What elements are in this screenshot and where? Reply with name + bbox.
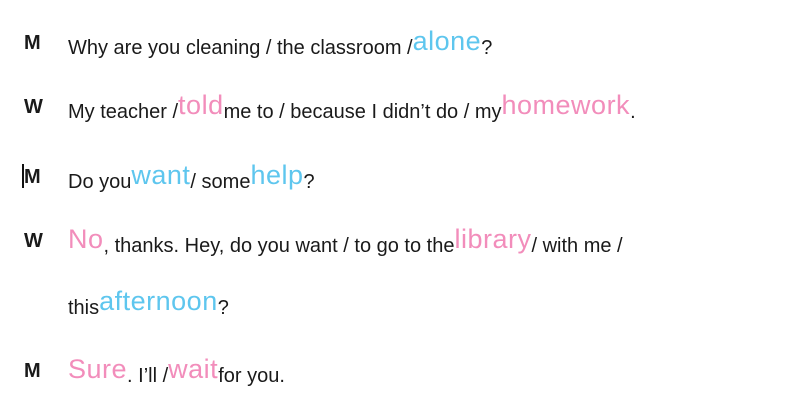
speaker-label: M xyxy=(24,32,41,54)
speaker-label: W xyxy=(24,96,43,118)
text-segment: / with me / xyxy=(531,235,623,257)
speaker-label: M xyxy=(24,360,41,382)
text-segment: . I’ll / xyxy=(127,365,169,387)
line-text: Sure. I’ll / wait for you. xyxy=(68,354,285,389)
text-segment: Do you xyxy=(68,171,132,193)
line-text: No, thanks. Hey, do you want / to go to … xyxy=(68,224,623,259)
stressed-word: wait xyxy=(168,354,219,384)
stressed-word: help xyxy=(250,160,304,190)
text-segment: . xyxy=(630,101,636,123)
dialogue-line: M Why are you cleaning / the classroom /… xyxy=(0,18,800,62)
dialogue-line: W No, thanks. Hey, do you want / to go t… xyxy=(0,216,800,260)
text-segment: ? xyxy=(303,171,315,193)
stressed-word: homework xyxy=(501,90,631,120)
dialogue-line: M Do you want / some help? xyxy=(0,152,800,196)
stressed-word: told xyxy=(178,90,224,120)
dialogue-line: W My teacher / told me to / because I di… xyxy=(0,82,800,126)
stressed-word: want xyxy=(131,160,191,190)
line-text: Why are you cleaning / the classroom / a… xyxy=(68,26,493,61)
text-segment: for you. xyxy=(218,365,285,387)
line-text: Do you want / some help? xyxy=(68,160,315,195)
text-segment: ? xyxy=(481,37,493,59)
stressed-word: Sure xyxy=(68,354,128,384)
text-segment: , thanks. Hey, do you want / to go to th… xyxy=(103,235,455,257)
stressed-word: No xyxy=(68,224,104,254)
text-segment: this xyxy=(68,297,100,319)
text-segment: me to / because I didn’t do / my xyxy=(223,101,502,123)
dialogue-line: this afternoon? xyxy=(0,278,800,322)
dialogue-line: M Sure. I’ll / wait for you. xyxy=(0,346,800,390)
stressed-word: library xyxy=(454,224,532,254)
text-segment: / some xyxy=(190,171,251,193)
speaker-label: M xyxy=(24,166,41,188)
stressed-word: afternoon xyxy=(99,286,218,316)
text-segment: ? xyxy=(217,297,229,319)
text-segment: My teacher / xyxy=(68,101,179,123)
line-text: My teacher / told me to / because I didn… xyxy=(68,90,636,125)
line-text: this afternoon? xyxy=(68,286,229,321)
speaker-label: W xyxy=(24,230,43,252)
text-segment: Why are you cleaning / the classroom / xyxy=(68,37,413,59)
stressed-word: alone xyxy=(412,26,482,56)
